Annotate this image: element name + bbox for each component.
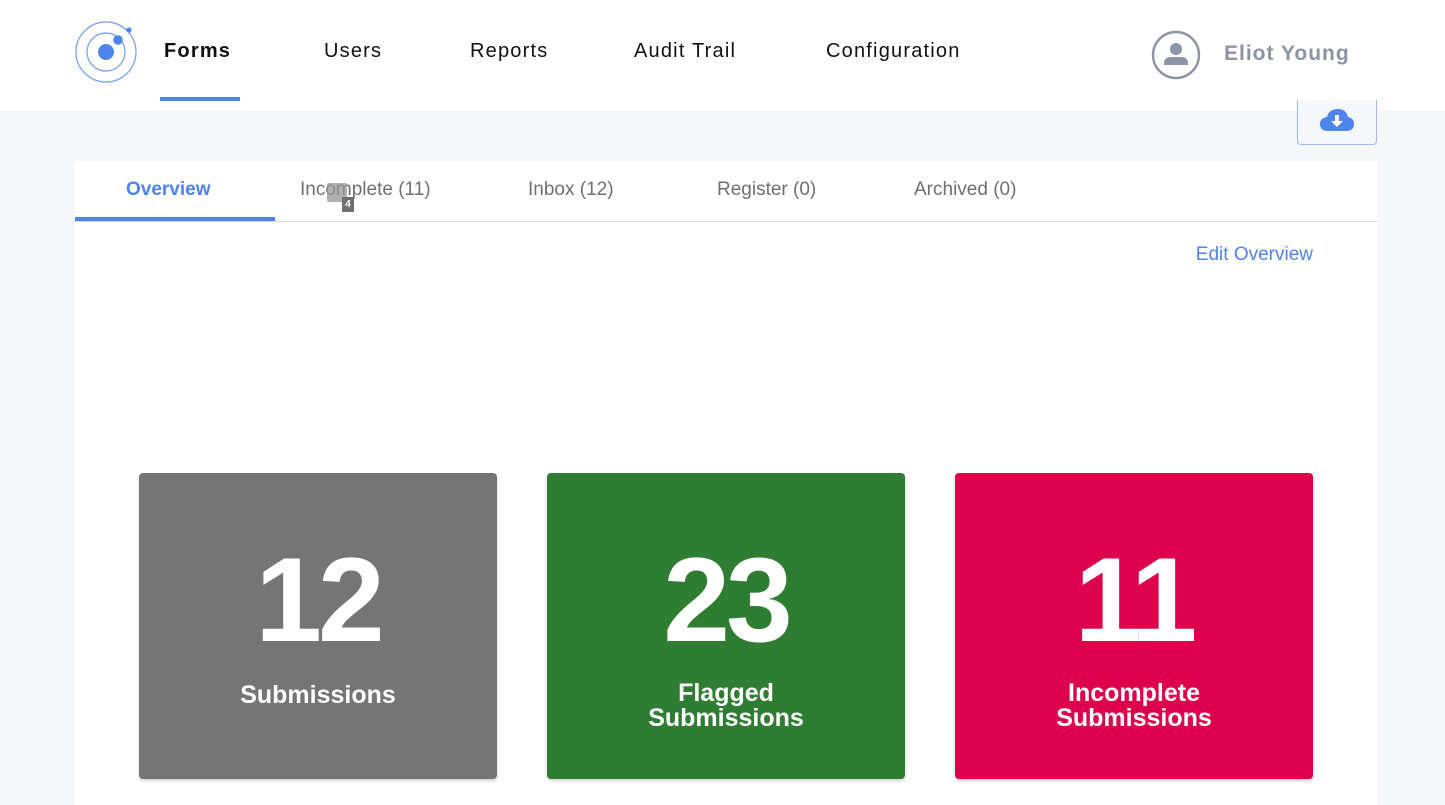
incomplete-submissions-card[interactable]: 11 Incomplete Submissions: [955, 473, 1313, 779]
tab-archived[interactable]: Archived (0): [914, 179, 1016, 201]
nav-item-users[interactable]: Users: [324, 40, 382, 68]
tab-register[interactable]: Register (0): [717, 179, 816, 201]
cloud-download-icon: [1320, 109, 1354, 131]
incomplete-submissions-label: Incomplete Submissions: [1056, 679, 1212, 732]
flagged-submissions-card[interactable]: 23 Flagged Submissions: [547, 473, 905, 779]
submissions-card[interactable]: 12 Submissions: [139, 473, 497, 779]
tab-bar: Overview Incomplete (11) Inbox (12) Regi…: [75, 161, 1377, 222]
overlay-badge-count: 4: [342, 197, 354, 212]
submissions-label: Submissions: [240, 681, 396, 709]
tab-incomplete[interactable]: Incomplete (11): [300, 179, 431, 201]
nav-item-configuration[interactable]: Configuration: [826, 40, 961, 68]
active-tab-indicator: [75, 217, 275, 221]
top-navigation-bar: Forms Users Reports Audit Trail Configur…: [0, 0, 1445, 110]
incomplete-submissions-count: 11: [1074, 533, 1198, 667]
submissions-count: 12: [255, 533, 384, 667]
flagged-submissions-count: 23: [663, 533, 792, 667]
tab-overview[interactable]: Overview: [126, 179, 211, 201]
nav-item-forms[interactable]: Forms: [164, 40, 231, 68]
user-name[interactable]: Eliot Young: [1224, 42, 1350, 66]
overlay-badge: 4: [327, 183, 355, 213]
nav-item-audit-trail[interactable]: Audit Trail: [634, 40, 736, 68]
edit-overview-link[interactable]: Edit Overview: [1196, 244, 1313, 266]
active-nav-indicator: [160, 97, 240, 101]
tab-inbox[interactable]: Inbox (12): [528, 179, 614, 201]
orbit-logo-icon[interactable]: [74, 20, 138, 84]
forms-panel: Overview Incomplete (11) Inbox (12) Regi…: [75, 161, 1377, 805]
flagged-submissions-label: Flagged Submissions: [648, 679, 804, 732]
user-circle-icon[interactable]: [1151, 30, 1201, 80]
nav-item-reports[interactable]: Reports: [470, 40, 548, 68]
download-button[interactable]: [1297, 100, 1377, 145]
